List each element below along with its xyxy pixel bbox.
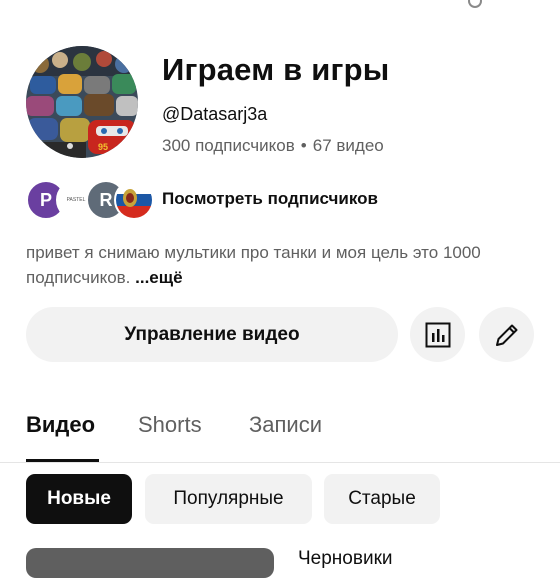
tab-posts[interactable]: Записи (249, 412, 322, 438)
view-subscribers-link[interactable]: Посмотреть подписчиков (162, 189, 378, 209)
active-tab-indicator (26, 459, 99, 462)
subscriber-avatar (114, 180, 154, 220)
video-thumbnail[interactable] (26, 548, 274, 578)
view-subscribers-row[interactable]: P PASTEL R Посмотреть подписчиков (26, 180, 426, 220)
filter-chip-new[interactable]: Новые (26, 474, 132, 524)
analytics-icon (425, 322, 450, 347)
subscriber-count: 300 подписчиков (162, 136, 295, 155)
description-more-link[interactable]: ...ещё (135, 268, 182, 287)
edit-channel-button[interactable] (479, 307, 534, 362)
filter-chip-old[interactable]: Старые (324, 474, 440, 524)
channel-avatar[interactable]: 95 (26, 46, 138, 158)
tab-videos[interactable]: Видео (26, 412, 95, 438)
filter-chip-popular[interactable]: Популярные (145, 474, 312, 524)
channel-handle: @Datasarj3a (162, 104, 268, 124)
drafts-title[interactable]: Черновики (298, 548, 393, 570)
channel-stats: 300 подписчиков • 67 видео (162, 136, 384, 156)
analytics-button[interactable] (410, 307, 465, 362)
manage-videos-button[interactable]: Управление видео (26, 307, 398, 362)
pencil-icon (495, 324, 517, 346)
channel-tabs: Видео Shorts Записи (0, 400, 560, 463)
description-text: привет я снимаю мультики про танки и моя… (26, 243, 481, 287)
video-count: 67 видео (312, 136, 384, 155)
svg-text:95: 95 (98, 142, 108, 152)
channel-description[interactable]: привет я снимаю мультики про танки и моя… (26, 240, 526, 290)
tab-shorts[interactable]: Shorts (138, 412, 202, 438)
loading-icon (468, 0, 482, 8)
stats-separator: • (300, 136, 307, 155)
channel-title: Играем в игры (162, 52, 390, 87)
